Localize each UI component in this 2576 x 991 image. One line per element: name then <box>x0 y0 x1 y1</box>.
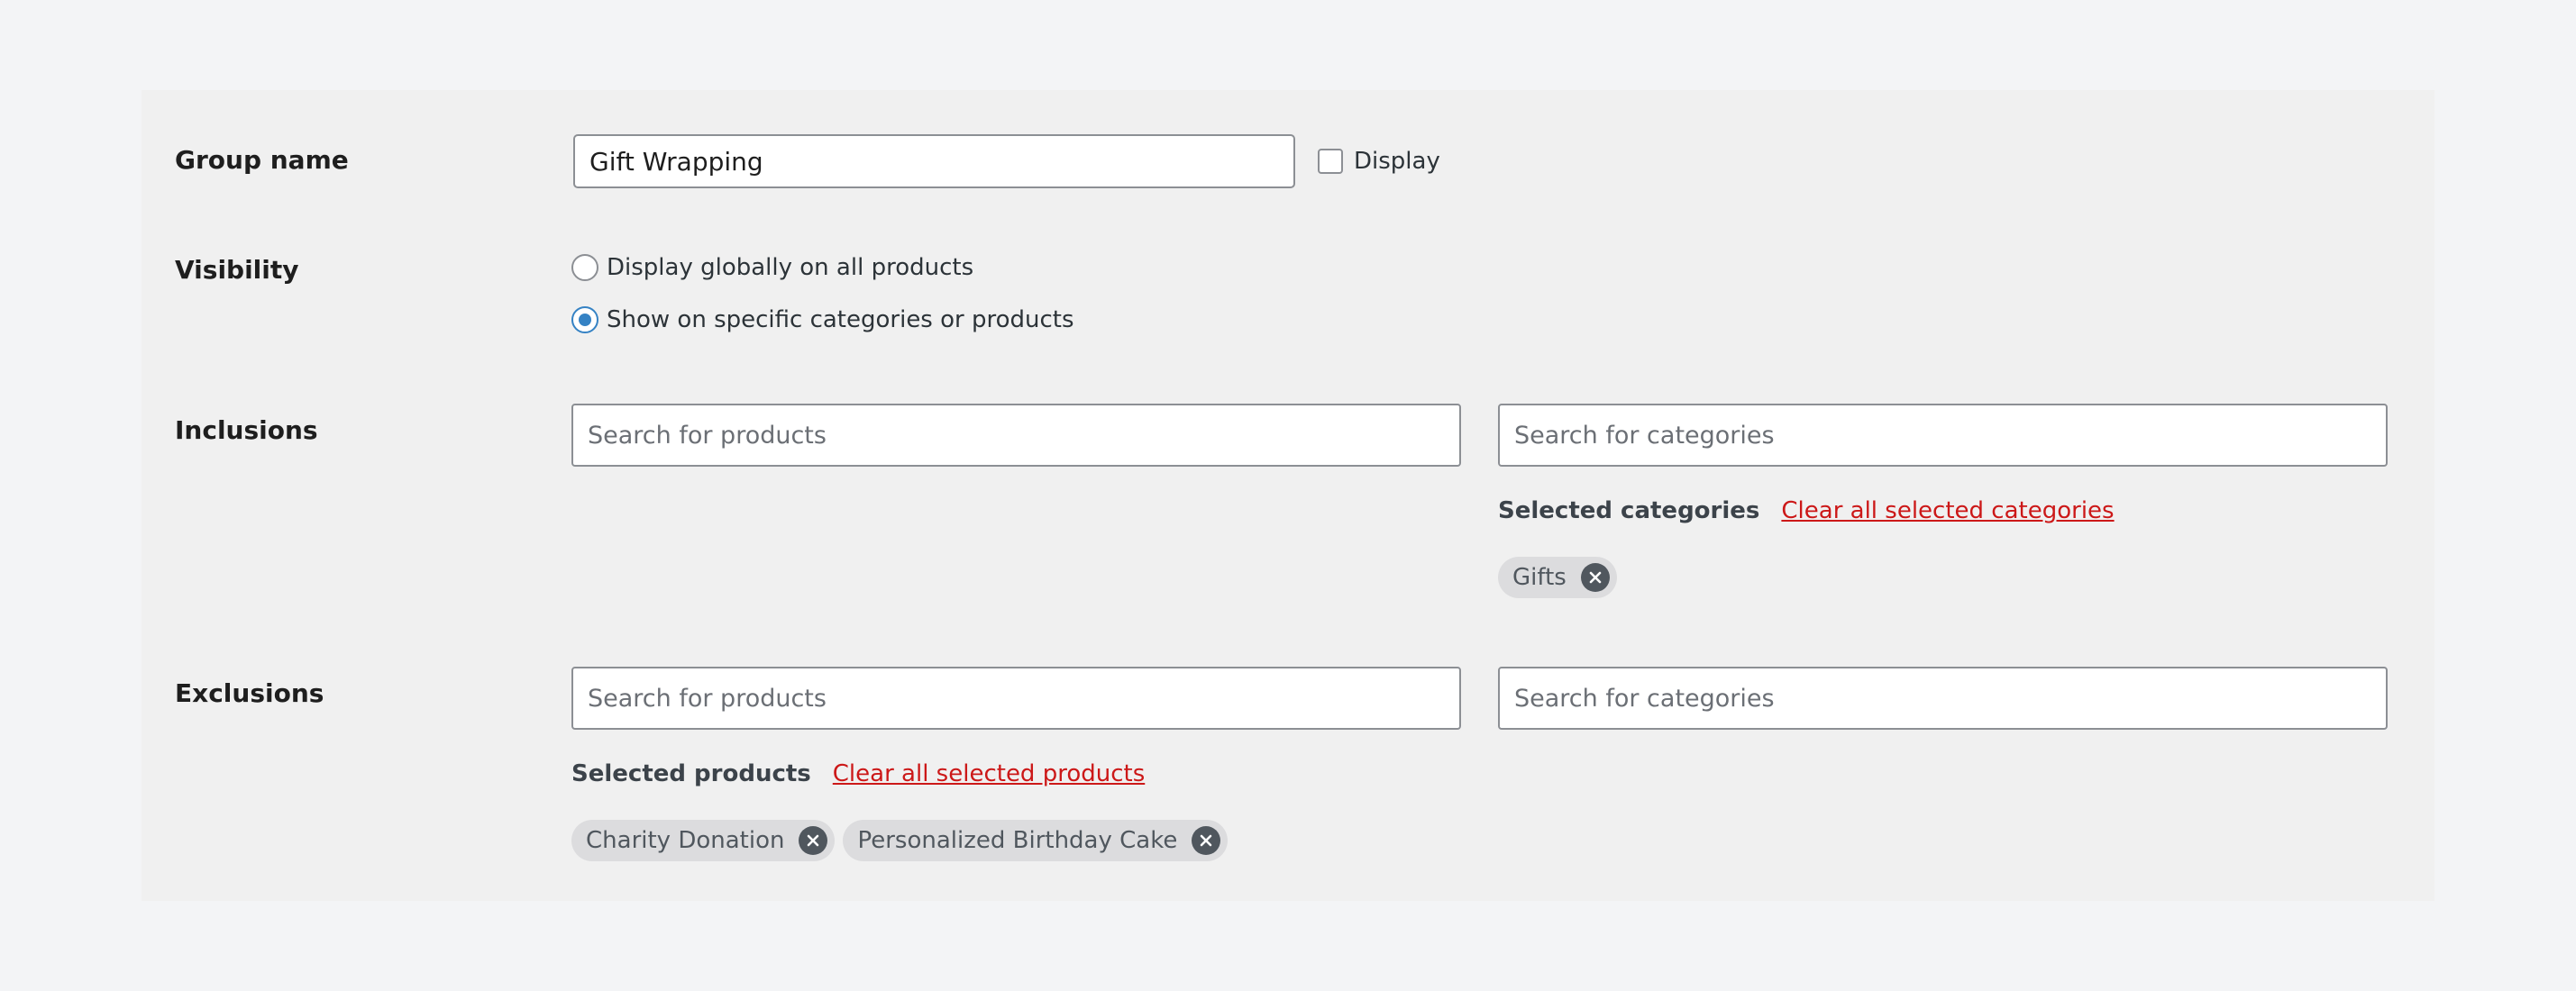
visibility-option-global-label: Display globally on all products <box>607 254 974 281</box>
display-checkbox[interactable] <box>1318 149 1343 174</box>
visibility-radio-specific[interactable] <box>571 306 598 333</box>
selected-categories-header: Selected categories Clear all selected c… <box>1498 497 2115 530</box>
exclusions-category-search-input[interactable] <box>1498 667 2388 730</box>
group-name-label: Group name <box>175 145 349 175</box>
exclusions-product-search-input[interactable] <box>571 667 1461 730</box>
product-chip: Personalized Birthday Cake <box>843 820 1229 861</box>
category-chip: Gifts <box>1498 557 1617 598</box>
product-chip-label: Charity Donation <box>586 827 785 854</box>
visibility-option-specific-label: Show on specific categories or products <box>607 306 1074 333</box>
display-checkbox-option[interactable]: Display <box>1318 145 1440 177</box>
category-chip-label: Gifts <box>1512 564 1567 591</box>
selected-products-header: Selected products Clear all selected pro… <box>571 760 1145 793</box>
close-circle-icon[interactable] <box>1580 563 1610 592</box>
selected-categories-title: Selected categories <box>1498 497 1760 524</box>
group-name-input[interactable] <box>573 134 1295 188</box>
clear-selected-products-link[interactable]: Clear all selected products <box>833 760 1145 787</box>
inclusions-category-search-input[interactable] <box>1498 404 2388 467</box>
product-chip: Charity Donation <box>571 820 836 861</box>
visibility-option-global[interactable]: Display globally on all products <box>571 251 973 284</box>
selected-categories-list: Gifts <box>1498 557 1617 598</box>
product-addon-group-settings-panel: Group name Display Visibility Display gl… <box>142 90 2434 901</box>
inclusions-product-search-input[interactable] <box>571 404 1461 467</box>
visibility-radio-global[interactable] <box>571 254 598 281</box>
selected-products-title: Selected products <box>571 760 811 787</box>
display-checkbox-label: Display <box>1354 148 1440 175</box>
clear-selected-categories-link[interactable]: Clear all selected categories <box>1781 497 2114 524</box>
close-circle-icon[interactable] <box>1192 826 1221 855</box>
inclusions-label: Inclusions <box>175 415 318 445</box>
product-chip-label: Personalized Birthday Cake <box>857 827 1178 854</box>
selected-products-list: Charity Donation Personalized Birthday C… <box>571 820 1229 861</box>
close-circle-icon[interactable] <box>799 826 828 855</box>
visibility-label: Visibility <box>175 255 299 285</box>
exclusions-label: Exclusions <box>175 678 324 708</box>
visibility-option-specific[interactable]: Show on specific categories or products <box>571 304 1074 336</box>
